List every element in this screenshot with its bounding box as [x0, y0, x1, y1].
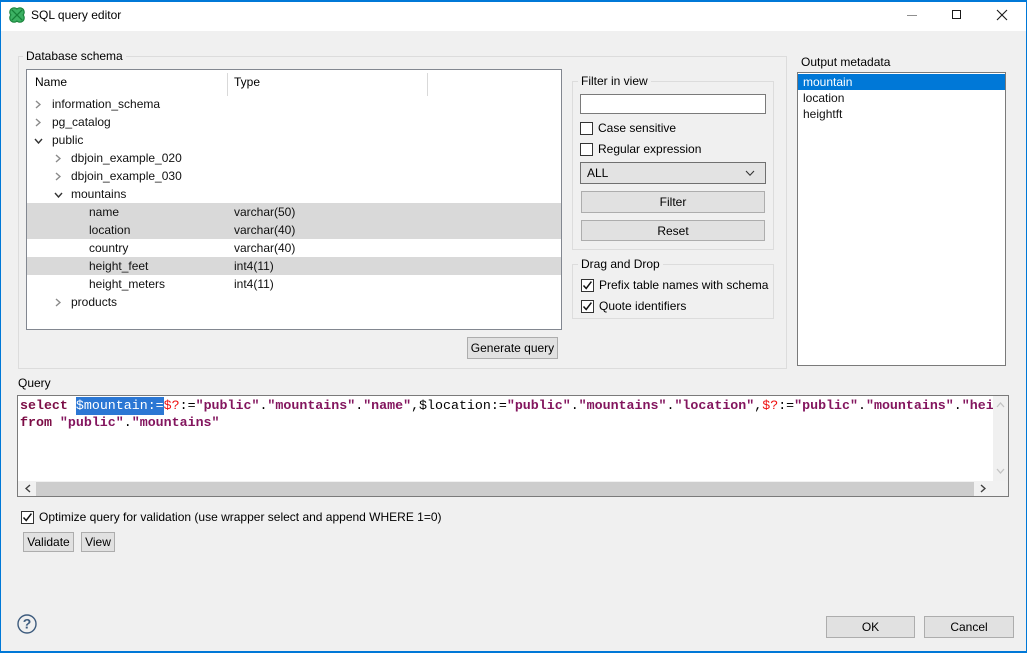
svg-text:?: ?	[23, 616, 32, 632]
